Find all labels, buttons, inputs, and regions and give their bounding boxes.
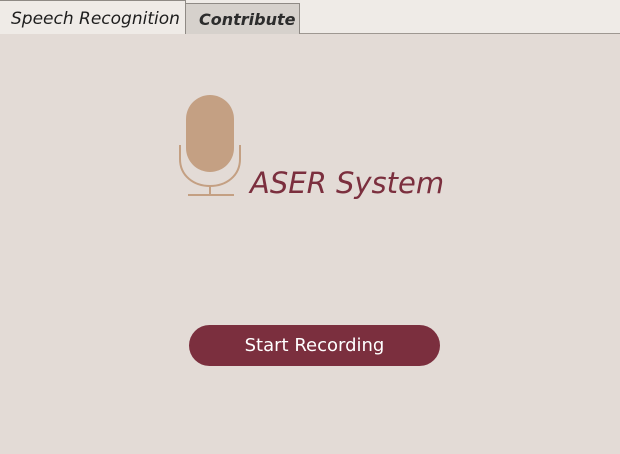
microphone-icon [179,95,241,196]
tab-bar: Speech Recognition Contribute [0,0,620,34]
tab-speech-recognition[interactable]: Speech Recognition [0,0,186,34]
tab-contribute[interactable]: Contribute [186,3,300,34]
app-window: Speech Recognition Contribute ASER Syste… [0,0,620,454]
brand-title: ASER System [250,166,445,200]
start-recording-button[interactable]: Start Recording [189,325,440,366]
